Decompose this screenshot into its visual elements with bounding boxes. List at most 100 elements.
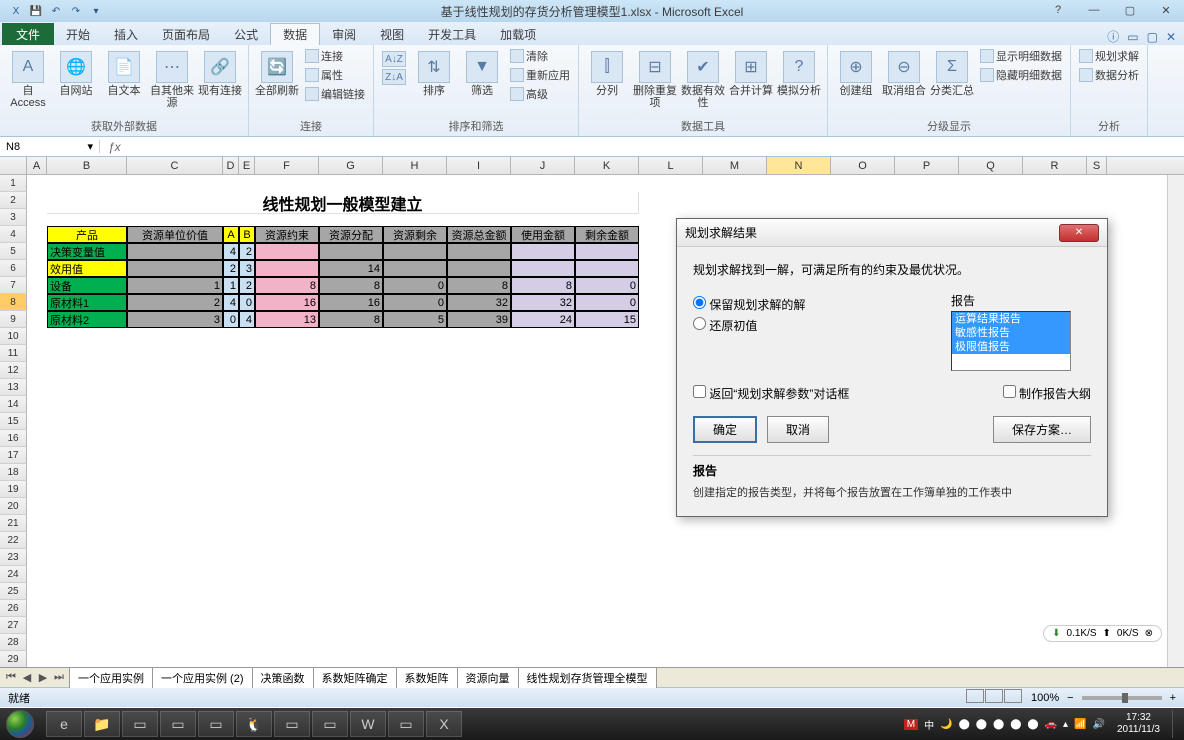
taskbar-app-icon[interactable]: ▭ — [122, 711, 158, 737]
subtotal-button[interactable]: Σ分类汇总 — [930, 47, 974, 97]
cancel-button[interactable]: 取消 — [767, 416, 829, 443]
row-header[interactable]: 18 — [0, 464, 27, 481]
connections-button[interactable]: 连接 — [303, 47, 367, 65]
cell[interactable]: 4 — [239, 311, 255, 328]
save-icon[interactable]: 💾 — [28, 3, 44, 19]
tray-volume-icon[interactable]: 🔊 — [1093, 719, 1105, 730]
cell[interactable]: 资源分配 — [319, 226, 383, 243]
taskbar-app-icon[interactable]: ▭ — [160, 711, 196, 737]
row-header[interactable]: 11 — [0, 345, 27, 362]
from-access-button[interactable]: A自 Access — [6, 47, 50, 109]
edit-links-button[interactable]: 编辑链接 — [303, 85, 367, 103]
cell[interactable]: 2 — [239, 277, 255, 294]
reapply-button[interactable]: 重新应用 — [508, 66, 572, 84]
zoom-slider[interactable] — [1082, 696, 1162, 700]
cell[interactable]: 8 — [255, 277, 319, 294]
ribbon-restore-icon[interactable]: ▢ — [1147, 30, 1158, 44]
zoom-level[interactable]: 100% — [1031, 692, 1059, 704]
ribbon-close-icon[interactable]: ✕ — [1166, 30, 1176, 44]
cell[interactable]: 设备 — [47, 277, 127, 294]
row-header[interactable]: 13 — [0, 379, 27, 396]
solver-button[interactable]: 规划求解 — [1077, 47, 1141, 65]
help-icon[interactable]: ? — [1044, 2, 1072, 18]
reports-listbox[interactable]: 运算结果报告 敏感性报告 极限值报告 — [951, 311, 1071, 371]
existing-conn-button[interactable]: 🔗现有连接 — [198, 47, 242, 97]
cell[interactable] — [447, 243, 511, 260]
sheet-nav-prev-icon[interactable]: ◀ — [20, 671, 34, 684]
network-speed-widget[interactable]: ⬇0.1K/S ⬆0K/S ⊗ — [1043, 625, 1162, 642]
column-header[interactable]: J — [511, 157, 575, 174]
cell[interactable] — [383, 260, 447, 277]
sheet-nav-next-icon[interactable]: ▶ — [36, 671, 50, 684]
outline-reports-checkbox[interactable]: 制作报告大纲 — [1003, 385, 1091, 402]
sheet-tab[interactable]: 一个应用实例 — [69, 667, 153, 688]
ungroup-button[interactable]: ⊖取消组合 — [882, 47, 926, 97]
tray-m-icon[interactable]: M — [904, 719, 918, 730]
from-text-button[interactable]: 📄自文本 — [102, 47, 146, 97]
sheet-tab[interactable]: 系数矩阵确定 — [313, 667, 397, 688]
row-header[interactable]: 6 — [0, 260, 27, 277]
cell[interactable]: 8 — [319, 311, 383, 328]
row-header[interactable]: 5 — [0, 243, 27, 260]
cell[interactable]: 2 — [127, 294, 223, 311]
taskbar-qq-icon[interactable]: 🐧 — [236, 711, 272, 737]
consolidate-button[interactable]: ⊞合并计算 — [729, 47, 773, 97]
column-header[interactable]: I — [447, 157, 511, 174]
zoom-in-icon[interactable]: + — [1170, 692, 1176, 704]
cell[interactable]: A — [223, 226, 239, 243]
row-header[interactable]: 20 — [0, 498, 27, 515]
row-header[interactable]: 15 — [0, 413, 27, 430]
cell[interactable]: 8 — [319, 277, 383, 294]
cell[interactable]: 32 — [447, 294, 511, 311]
cell[interactable]: 39 — [447, 311, 511, 328]
cell[interactable]: 3 — [239, 260, 255, 277]
cell[interactable]: 1 — [223, 277, 239, 294]
cell[interactable] — [575, 243, 639, 260]
cell[interactable]: 0 — [383, 294, 447, 311]
cell[interactable]: 5 — [383, 311, 447, 328]
tab-view[interactable]: 视图 — [368, 23, 416, 45]
tab-developer[interactable]: 开发工具 — [416, 23, 488, 45]
tab-formulas[interactable]: 公式 — [222, 23, 270, 45]
data-analysis-button[interactable]: 数据分析 — [1077, 66, 1141, 84]
cell[interactable]: 原材料1 — [47, 294, 127, 311]
column-header[interactable]: N — [767, 157, 831, 174]
sort-button[interactable]: ⇅排序 — [412, 47, 456, 97]
minimize-button[interactable]: — — [1080, 2, 1108, 18]
row-header[interactable]: 28 — [0, 634, 27, 651]
row-header[interactable]: 27 — [0, 617, 27, 634]
cell[interactable]: 线性规划一般模型建立 — [47, 192, 639, 214]
validation-button[interactable]: ✔数据有效性 — [681, 47, 725, 109]
properties-button[interactable]: 属性 — [303, 66, 367, 84]
tray-icon[interactable]: ⬤ — [1010, 719, 1021, 730]
clear-button[interactable]: 清除 — [508, 47, 572, 65]
taskbar-app-icon[interactable]: ▭ — [388, 711, 424, 737]
column-header[interactable]: S — [1087, 157, 1107, 174]
maximize-button[interactable]: ▢ — [1116, 2, 1144, 18]
tab-addins[interactable]: 加载项 — [488, 23, 548, 45]
row-header[interactable]: 1 — [0, 175, 27, 192]
row-header[interactable]: 26 — [0, 600, 27, 617]
zoom-out-icon[interactable]: − — [1067, 692, 1073, 704]
sheet-tab[interactable]: 资源向量 — [457, 667, 519, 688]
undo-icon[interactable]: ↶ — [48, 3, 64, 19]
qat-dropdown-icon[interactable]: ▾ — [88, 3, 104, 19]
tray-icon[interactable]: ⬤ — [959, 719, 970, 730]
sheet-tab[interactable]: 一个应用实例 (2) — [152, 667, 253, 688]
row-header[interactable]: 24 — [0, 566, 27, 583]
row-header[interactable]: 7 — [0, 277, 27, 294]
column-header[interactable]: A — [27, 157, 47, 174]
column-header[interactable]: Q — [959, 157, 1023, 174]
row-header[interactable]: 25 — [0, 583, 27, 600]
refresh-all-button[interactable]: 🔄全部刷新 — [255, 47, 299, 97]
widget-close-icon[interactable]: ⊗ — [1145, 628, 1153, 639]
return-params-checkbox[interactable]: 返回“规划求解参数”对话框 — [693, 385, 849, 402]
tray-car-icon[interactable]: 🚗 — [1045, 719, 1057, 730]
cell[interactable]: 资源约束 — [255, 226, 319, 243]
row-header[interactable]: 4 — [0, 226, 27, 243]
row-header[interactable]: 2 — [0, 192, 27, 209]
column-header[interactable]: M — [703, 157, 767, 174]
taskbar-ie-icon[interactable]: e — [46, 711, 82, 737]
cell[interactable]: 14 — [319, 260, 383, 277]
taskbar-app-icon[interactable]: ▭ — [198, 711, 234, 737]
